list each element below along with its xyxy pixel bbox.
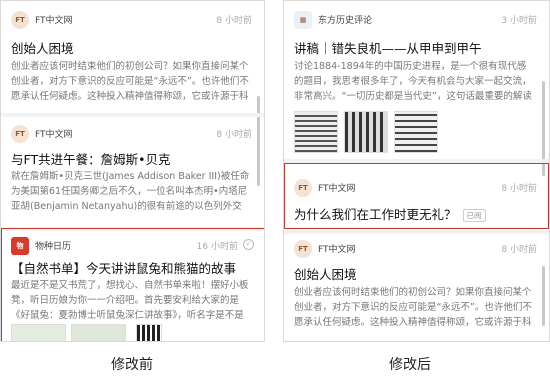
source-name: 物种日历 xyxy=(35,242,72,252)
read-badge: 已阅 xyxy=(462,209,486,222)
timestamp: 8 小时前 xyxy=(216,130,252,140)
article-snippet: 就在詹姆斯•贝克三世(James Addison Baker III)被任命为美… xyxy=(11,171,250,212)
timestamp: 3 小时前 xyxy=(501,16,537,26)
source-name: FT中文网 xyxy=(35,130,73,140)
ft-logo-icon: FT xyxy=(294,179,312,197)
timestamp: 8 小时前 xyxy=(501,245,537,255)
article-title: 【自然书单】今天讲讲鼠兔和熊猫的故事 xyxy=(11,261,237,276)
article-snippet: 最近是不是又书荒了，想找心、自然书单来啦！摆好小板凳，听日历娘为你一一介绍吧。首… xyxy=(11,280,249,321)
article-title: 与FT共进午餐：詹姆斯•贝克 xyxy=(11,152,171,167)
feed-card-nature-booklist[interactable]: 物 物种日历 16 小时前 ✓ 【自然书单】今天讲讲鼠兔和熊猫的故事 最近是不是… xyxy=(1,231,264,341)
feed-card-missed-opportunity[interactable]: ▦ 东方历史评论 3 小时前 讲稿｜错失良机——从甲申到甲午 讨论1884-18… xyxy=(284,1,549,159)
article-snippet: 创业者应该何时结束他们的初创公司？如果你直接问某个创业者，对方下意识的反应可能是… xyxy=(294,287,532,328)
thumbnail-image xyxy=(294,111,338,153)
thumbnail-image xyxy=(11,324,66,341)
source-name: FT中文网 xyxy=(318,184,356,194)
article-title: 讲稿｜错失良机——从甲申到甲午 xyxy=(294,41,482,56)
article-title: 创始人困境 xyxy=(294,267,357,282)
article-snippet: 创业者应该何时结束他们的初创公司？如果你直接问某个创业者，对方下意识的反应可能是… xyxy=(11,61,249,102)
after-caption: 修改后 xyxy=(389,357,431,373)
ft-logo-icon: FT xyxy=(11,11,29,29)
thumbnail-image xyxy=(394,111,438,153)
timestamp: 8 小时前 xyxy=(216,16,252,26)
timestamp: 16 小时前 xyxy=(196,242,238,252)
read-check-icon: ✓ xyxy=(243,239,254,250)
species-calendar-logo-icon: 物 xyxy=(11,237,29,255)
feed-card-founder-dilemma[interactable]: FT FT中文网 8 小时前 创始人困境 创业者应该何时结束他们的初创公司？如果… xyxy=(284,234,549,341)
source-name: FT中文网 xyxy=(35,16,73,26)
feed-card-why-rude-at-work[interactable]: FT FT中文网 8 小时前 为什么我们在工作时更无礼？ 已阅 xyxy=(284,163,549,229)
article-snippet: 讨论1884-1894年的中国历史进程，是一个很有现代感的题目，我思考很多年了，… xyxy=(294,61,532,102)
article-title: 创始人困境 xyxy=(11,41,74,56)
qr-code-icon xyxy=(136,324,162,341)
timestamp: 8 小时前 xyxy=(501,184,537,194)
thumbnail-image xyxy=(344,111,388,153)
after-feed-screen: ▦ 东方历史评论 3 小时前 讲稿｜错失良机——从甲申到甲午 讨论1884-18… xyxy=(283,0,550,342)
grid-logo-icon: ▦ xyxy=(294,11,312,29)
before-feed-screen: FT FT中文网 8 小时前 创始人困境 创业者应该何时结束他们的初创公司？如果… xyxy=(0,0,265,342)
feed-card-founder-dilemma[interactable]: FT FT中文网 8 小时前 创始人困境 创业者应该何时结束他们的初创公司？如果… xyxy=(1,1,264,111)
ft-logo-icon: FT xyxy=(294,240,312,258)
before-caption: 修改前 xyxy=(111,357,153,373)
source-name: 东方历史评论 xyxy=(318,16,373,26)
article-title: 为什么我们在工作时更无礼？ 已阅 xyxy=(294,204,537,223)
feed-card-lunch-with-ft[interactable]: FT FT中文网 8 小时前 与FT共进午餐：詹姆斯•贝克 就在詹姆斯•贝克三世… xyxy=(1,117,264,227)
thumbnail-image xyxy=(71,324,126,341)
ft-logo-icon: FT xyxy=(11,125,29,143)
source-name: FT中文网 xyxy=(318,245,356,255)
